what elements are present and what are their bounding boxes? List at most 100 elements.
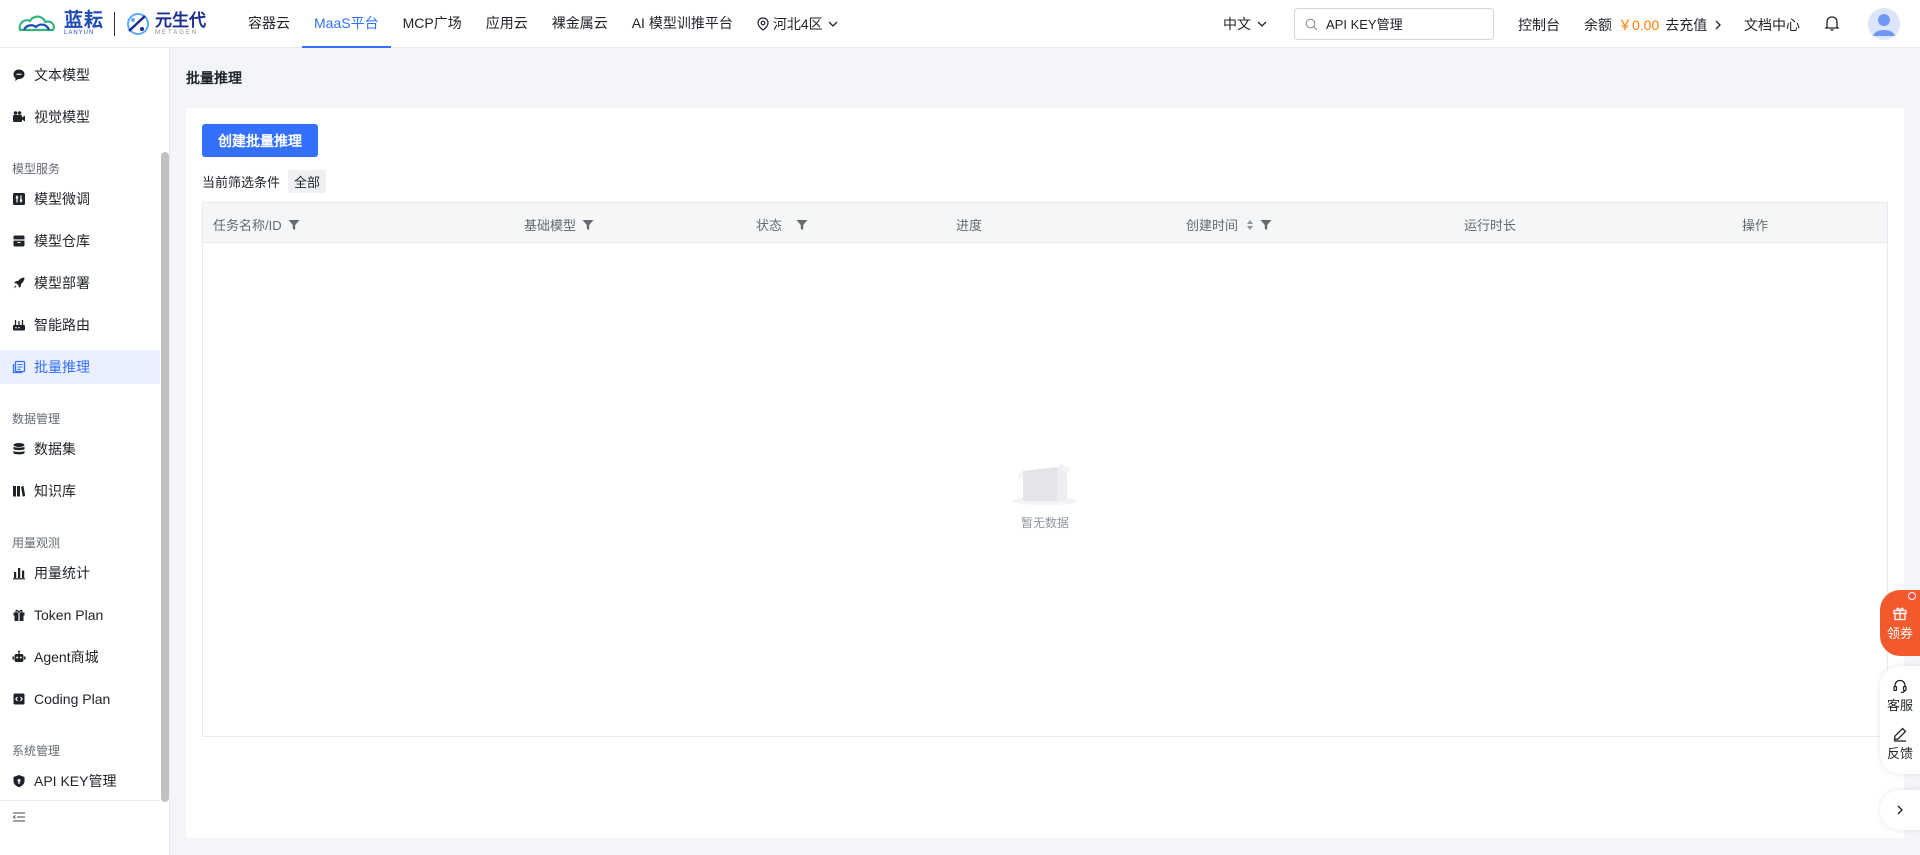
empty-box-icon xyxy=(1012,464,1078,505)
sidebar-item-label: 知识库 xyxy=(34,483,76,499)
sort-icon[interactable] xyxy=(1246,219,1254,231)
brand-lanyun-sub: LANYUN xyxy=(64,29,95,36)
brand-metagen: 元生代 METAGEN xyxy=(155,10,207,37)
sidebar-item-api-key[interactable]: API KEY管理 xyxy=(0,764,160,798)
coupon-label: 领券 xyxy=(1886,625,1913,641)
feedback-label: 反馈 xyxy=(1886,746,1913,761)
search-input[interactable] xyxy=(1326,16,1486,32)
content-card: 创建批量推理 当前筛选条件 全部 任务名称/ID 基础模型 状态 进度 创建时间 xyxy=(186,108,1904,838)
logo-divider xyxy=(114,12,116,36)
edit-pen-icon xyxy=(1893,727,1907,742)
sidebar-item-model-repo[interactable]: 模型仓库 xyxy=(0,224,160,258)
docs-link[interactable]: 文档中心 xyxy=(1744,15,1800,35)
books-icon xyxy=(13,486,26,497)
float-service-panel: 客服 反馈 xyxy=(1880,666,1920,774)
coupon-button[interactable]: 领券 xyxy=(1880,590,1920,656)
notification-dot xyxy=(1908,592,1916,600)
column-label: 任务名称/ID xyxy=(213,218,282,233)
table-header: 任务名称/ID 基础模型 状态 进度 创建时间 运行时长 操作 xyxy=(203,203,1887,243)
sidebar-item-smart-routing[interactable]: 智能路由 xyxy=(0,308,160,342)
sidebar-item-label: 批量推理 xyxy=(34,359,90,375)
column-status: 状态 xyxy=(756,215,808,234)
nav-item-ai-training[interactable]: AI 模型训推平台 xyxy=(620,0,745,48)
shield-icon xyxy=(13,775,25,788)
filter-icon[interactable] xyxy=(288,219,300,231)
sidebar-item-fine-tune[interactable]: 模型微调 xyxy=(0,182,160,216)
filter-label: 当前筛选条件 xyxy=(202,175,281,190)
nav-item-mcp[interactable]: MCP广场 xyxy=(391,0,474,48)
sidebar-item-label: 智能路由 xyxy=(34,317,90,333)
chat-bubble-icon xyxy=(13,69,25,81)
customer-service-label: 客服 xyxy=(1886,698,1913,713)
sidebar-item-deploy[interactable]: 模型部署 xyxy=(0,266,160,300)
language-selector[interactable]: 中文 xyxy=(1223,14,1268,34)
feedback-button[interactable]: 反馈 xyxy=(1887,726,1913,762)
user-avatar-icon xyxy=(1868,8,1900,40)
column-label: 状态 xyxy=(756,218,783,233)
sidebar-item-vision-model[interactable]: 视觉模型 xyxy=(0,100,160,134)
nav-item-app-cloud[interactable]: 应用云 xyxy=(474,0,540,48)
language-label: 中文 xyxy=(1223,16,1251,32)
chevron-right-icon xyxy=(1897,805,1903,815)
metagen-logo-icon xyxy=(127,13,150,35)
column-run-duration: 运行时长 xyxy=(1464,215,1516,234)
region-selector[interactable]: 河北4区 xyxy=(745,0,851,48)
recharge-link[interactable]: 去充值 xyxy=(1665,15,1707,35)
headset-icon xyxy=(1893,679,1907,694)
archive-box-icon xyxy=(13,235,25,247)
sidebar-item-knowledge-base[interactable]: 知识库 xyxy=(0,474,160,508)
sidebar-item-coding-plan[interactable]: Coding Plan xyxy=(0,682,160,716)
nav-item-container-cloud[interactable]: 容器云 xyxy=(236,0,302,48)
main-nav: 容器云 MaaS平台 MCP广场 应用云 裸金属云 AI 模型训推平台 河北4区 xyxy=(236,0,851,48)
search-icon xyxy=(1305,18,1318,30)
video-camera-icon xyxy=(13,111,25,122)
column-label: 运行时长 xyxy=(1464,218,1517,233)
chevron-right-icon[interactable] xyxy=(1713,19,1723,31)
sidebar-item-agent-store[interactable]: Agent商城 xyxy=(0,640,160,674)
filter-icon[interactable] xyxy=(582,219,594,231)
collapse-menu-icon[interactable] xyxy=(12,810,26,824)
balance-amount: ￥0.00 xyxy=(1618,17,1660,33)
logo[interactable]: 蓝耘 LANYUN 元生代 METAGEN xyxy=(16,8,206,40)
brand-lanyun: 蓝耘 LANYUN xyxy=(64,11,104,37)
sidebar-item-batch-inference[interactable]: 批量推理 xyxy=(0,350,160,384)
sidebar-item-dataset[interactable]: 数据集 xyxy=(0,432,160,466)
sidebar-item-token-plan[interactable]: Token Plan xyxy=(0,598,160,632)
empty-text: 暂无数据 xyxy=(1020,516,1069,530)
sidebar-item-text-model[interactable]: 文本模型 xyxy=(0,58,160,92)
column-label: 操作 xyxy=(1742,218,1769,233)
robot-icon xyxy=(12,650,26,662)
rocket-icon xyxy=(13,277,25,289)
code-file-icon xyxy=(13,693,25,705)
customer-service-button[interactable]: 客服 xyxy=(1887,678,1913,714)
sidebar-scrollbar[interactable] xyxy=(161,152,169,802)
console-link[interactable]: 控制台 xyxy=(1518,15,1560,35)
filter-icon[interactable] xyxy=(796,219,808,231)
sidebar-item-label: 数据集 xyxy=(34,441,76,457)
chevron-down-icon xyxy=(828,21,838,27)
top-navbar: 蓝耘 LANYUN 元生代 METAGEN 容器云 MaaS平台 MCP广场 应… xyxy=(0,0,1920,48)
column-task-name: 任务名称/ID xyxy=(213,215,300,234)
sidebar-item-label: 文本模型 xyxy=(34,67,90,83)
sidebar-divider xyxy=(0,800,160,801)
bell-icon[interactable] xyxy=(1824,15,1840,32)
float-expand-button[interactable] xyxy=(1880,790,1920,830)
sidebar-item-label: Agent商城 xyxy=(34,649,99,665)
column-label: 基础模型 xyxy=(524,218,577,233)
sidebar-item-usage-stats[interactable]: 用量统计 xyxy=(0,556,160,590)
sidebar: 文本模型 视觉模型 模型服务 模型微调 模型仓库 模型部署 智能路由 批量推理 … xyxy=(0,48,170,855)
filter-tag[interactable]: 全部 xyxy=(288,170,327,193)
sidebar-item-label: 模型部署 xyxy=(34,275,90,291)
avatar[interactable] xyxy=(1868,8,1900,40)
sidebar-item-label: API KEY管理 xyxy=(34,773,117,789)
nav-item-maas[interactable]: MaaS平台 xyxy=(302,0,391,48)
brand-metagen-text: 元生代 xyxy=(155,10,207,30)
sidebar-item-label: 用量统计 xyxy=(34,565,90,581)
column-base-model: 基础模型 xyxy=(524,215,594,234)
nav-item-bare-metal[interactable]: 裸金属云 xyxy=(540,0,620,48)
sidebar-group-model-service: 模型服务 xyxy=(12,162,61,176)
balance-label: 余额 xyxy=(1584,17,1612,33)
filter-icon[interactable] xyxy=(1260,219,1272,231)
create-batch-inference-button[interactable]: 创建批量推理 xyxy=(202,124,318,157)
sidebar-item-label: 视觉模型 xyxy=(34,109,90,125)
